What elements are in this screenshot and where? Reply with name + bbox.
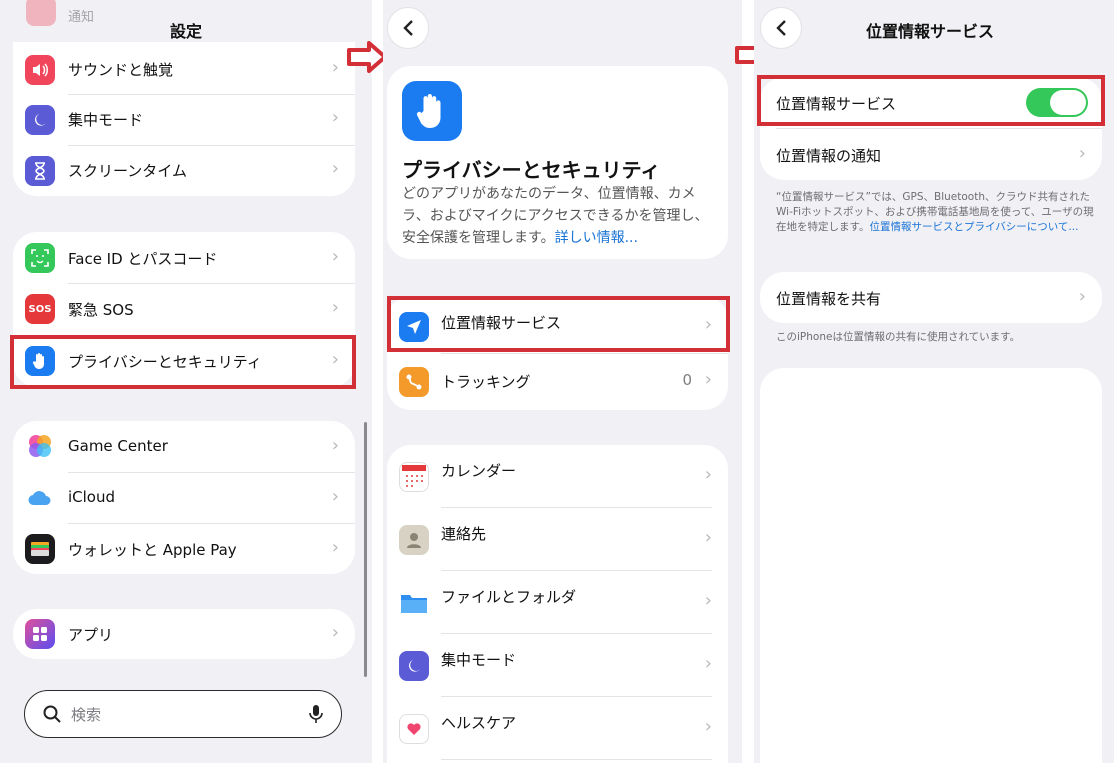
- sidebar-item-label: 緊急 SOS: [68, 301, 134, 319]
- chevron-right-icon: ›: [331, 486, 339, 507]
- row-label: 位置情報を共有: [776, 290, 882, 308]
- settings-panel: 通知 設定 サウンドと触覚 › 集中モード › スクリーンタイム › Face …: [0, 0, 372, 763]
- privacy-group-2: カレンダー › 連絡先 › ファイルとフォルダ › 集中モード › ヘルスケア …: [387, 445, 728, 763]
- row-label: ヘルスケア: [441, 714, 517, 732]
- learn-more-link[interactable]: 詳しい情報...: [555, 230, 638, 246]
- sidebar-item-sos[interactable]: SOS 緊急 SOS ›: [13, 284, 355, 335]
- microphone-icon[interactable]: [309, 704, 323, 724]
- folder-icon: [399, 588, 429, 618]
- row-label: カレンダー: [441, 462, 517, 480]
- page-title: 位置情報サービス: [865, 22, 994, 41]
- back-button[interactable]: [760, 7, 802, 49]
- cloud-icon: [25, 483, 55, 513]
- chevron-left-icon: [776, 20, 786, 36]
- sidebar-item-label: 集中モード: [68, 111, 144, 129]
- sidebar-item-wallet[interactable]: ウォレットと Apple Pay ›: [13, 524, 355, 574]
- chevron-right-icon: ›: [704, 716, 712, 737]
- chevron-right-icon: ›: [331, 57, 339, 78]
- settings-group-4: アプリ ›: [13, 609, 355, 659]
- settings-group-1: サウンドと触覚 › 集中モード › スクリーンタイム ›: [13, 42, 355, 196]
- tracking-icon: [399, 367, 429, 397]
- row-label: ファイルとフォルダ: [441, 588, 577, 606]
- tracking-count: 0: [682, 371, 692, 389]
- face-id-icon: [25, 243, 55, 273]
- sidebar-item-face-id[interactable]: Face ID とパスコード ›: [13, 232, 355, 283]
- row-label: 位置情報の通知: [776, 147, 882, 165]
- sidebar-item-label: ウォレットと Apple Pay: [68, 541, 237, 559]
- highlight-location-services: [387, 296, 730, 352]
- privacy-about-link[interactable]: 位置情報サービスとプライバシーについて...: [869, 221, 1078, 233]
- chevron-right-icon: ›: [331, 537, 339, 558]
- sidebar-item-apps[interactable]: アプリ ›: [13, 609, 355, 659]
- game-center-icon: [25, 431, 55, 461]
- chevron-right-icon: ›: [704, 527, 712, 548]
- row-label: 集中モード: [441, 651, 517, 669]
- sidebar-item-label: スクリーンタイム: [68, 162, 187, 180]
- location-services-panel: 位置情報サービス 位置情報サービス 位置情報の通知 › “位置情報サービス”では…: [754, 0, 1114, 763]
- calendar-icon: [399, 462, 429, 492]
- chevron-right-icon: ›: [1078, 143, 1086, 164]
- chevron-right-icon: ›: [704, 369, 712, 390]
- row-tracking[interactable]: トラッキング 0 ›: [387, 354, 728, 410]
- privacy-panel: プライバシーとセキュリティ どのアプリがあなたのデータ、位置情報、カメラ、および…: [383, 0, 742, 763]
- back-button[interactable]: [387, 7, 429, 49]
- row-contacts[interactable]: 連絡先 ›: [387, 508, 728, 570]
- chevron-right-icon: ›: [704, 653, 712, 674]
- app-list-card: [760, 368, 1102, 763]
- chevron-right-icon: ›: [1078, 286, 1086, 307]
- row-health[interactable]: ヘルスケア ›: [387, 697, 728, 759]
- sidebar-item-label: サウンドと触覚: [68, 61, 174, 79]
- search-icon: [43, 705, 61, 723]
- chevron-right-icon: ›: [331, 246, 339, 267]
- contacts-icon: [399, 525, 429, 555]
- sidebar-item-screen-time[interactable]: スクリーンタイム ›: [13, 146, 355, 196]
- moon-icon: [399, 651, 429, 681]
- row-share-location[interactable]: 位置情報を共有 ›: [760, 272, 1102, 323]
- page-title: 設定: [169, 22, 202, 41]
- sidebar-item-label: Face ID とパスコード: [68, 250, 218, 268]
- row-files[interactable]: ファイルとフォルダ ›: [387, 571, 728, 633]
- chevron-left-icon: [403, 20, 413, 36]
- speaker-icon: [25, 55, 55, 85]
- sidebar-item-label: iCloud: [68, 488, 116, 506]
- share-footnote: このiPhoneは位置情報の共有に使用されています。: [776, 331, 1021, 343]
- settings-group-3: Game Center › iCloud › ウォレットと Apple Pay …: [13, 421, 355, 574]
- sidebar-item-game-center[interactable]: Game Center ›: [13, 421, 355, 472]
- chevron-right-icon: ›: [331, 297, 339, 318]
- highlight-location-toggle: [757, 75, 1105, 126]
- chevron-right-icon: ›: [331, 158, 339, 179]
- privacy-title: プライバシーとセキュリティ: [402, 158, 661, 182]
- sidebar-item-label: アプリ: [68, 626, 114, 644]
- scrollbar[interactable]: [364, 422, 367, 677]
- highlight-privacy: [10, 335, 356, 389]
- wallet-icon: [25, 534, 55, 564]
- sidebar-item-sound[interactable]: サウンドと触覚 ›: [13, 44, 355, 94]
- chevron-right-icon: ›: [331, 107, 339, 128]
- chevron-right-icon: ›: [331, 622, 339, 643]
- search-bar[interactable]: 検索: [24, 690, 342, 738]
- row-calendar[interactable]: カレンダー ›: [387, 445, 728, 507]
- heart-icon: [399, 714, 429, 744]
- chevron-right-icon: ›: [704, 464, 712, 485]
- row-label: トラッキング: [441, 373, 531, 391]
- search-input[interactable]: 検索: [71, 704, 101, 725]
- privacy-description: どのアプリがあなたのデータ、位置情報、カメラ、およびマイクにアクセスできるかを管…: [402, 183, 717, 249]
- apps-grid-icon: [25, 619, 55, 649]
- location-footnote: “位置情報サービス”では、GPS、Bluetooth、クラウド共有されたWi-F…: [776, 190, 1094, 235]
- row-label: 連絡先: [441, 525, 487, 543]
- arrow-right-icon: [347, 41, 387, 73]
- moon-icon: [25, 105, 55, 135]
- row-location-notify[interactable]: 位置情報の通知 ›: [760, 129, 1102, 180]
- chevron-right-icon: ›: [331, 435, 339, 456]
- location-group-2: 位置情報を共有 ›: [760, 272, 1102, 323]
- sidebar-item-icloud[interactable]: iCloud ›: [13, 473, 355, 523]
- sidebar-item-focus[interactable]: 集中モード ›: [13, 95, 355, 145]
- row-focus[interactable]: 集中モード ›: [387, 634, 728, 696]
- hand-icon: [402, 81, 462, 141]
- hourglass-icon: [25, 156, 55, 186]
- sidebar-item-label: Game Center: [68, 437, 168, 455]
- chevron-right-icon: ›: [704, 590, 712, 611]
- privacy-header-card: プライバシーとセキュリティ どのアプリがあなたのデータ、位置情報、カメラ、および…: [387, 66, 728, 259]
- sos-icon: SOS: [25, 294, 55, 324]
